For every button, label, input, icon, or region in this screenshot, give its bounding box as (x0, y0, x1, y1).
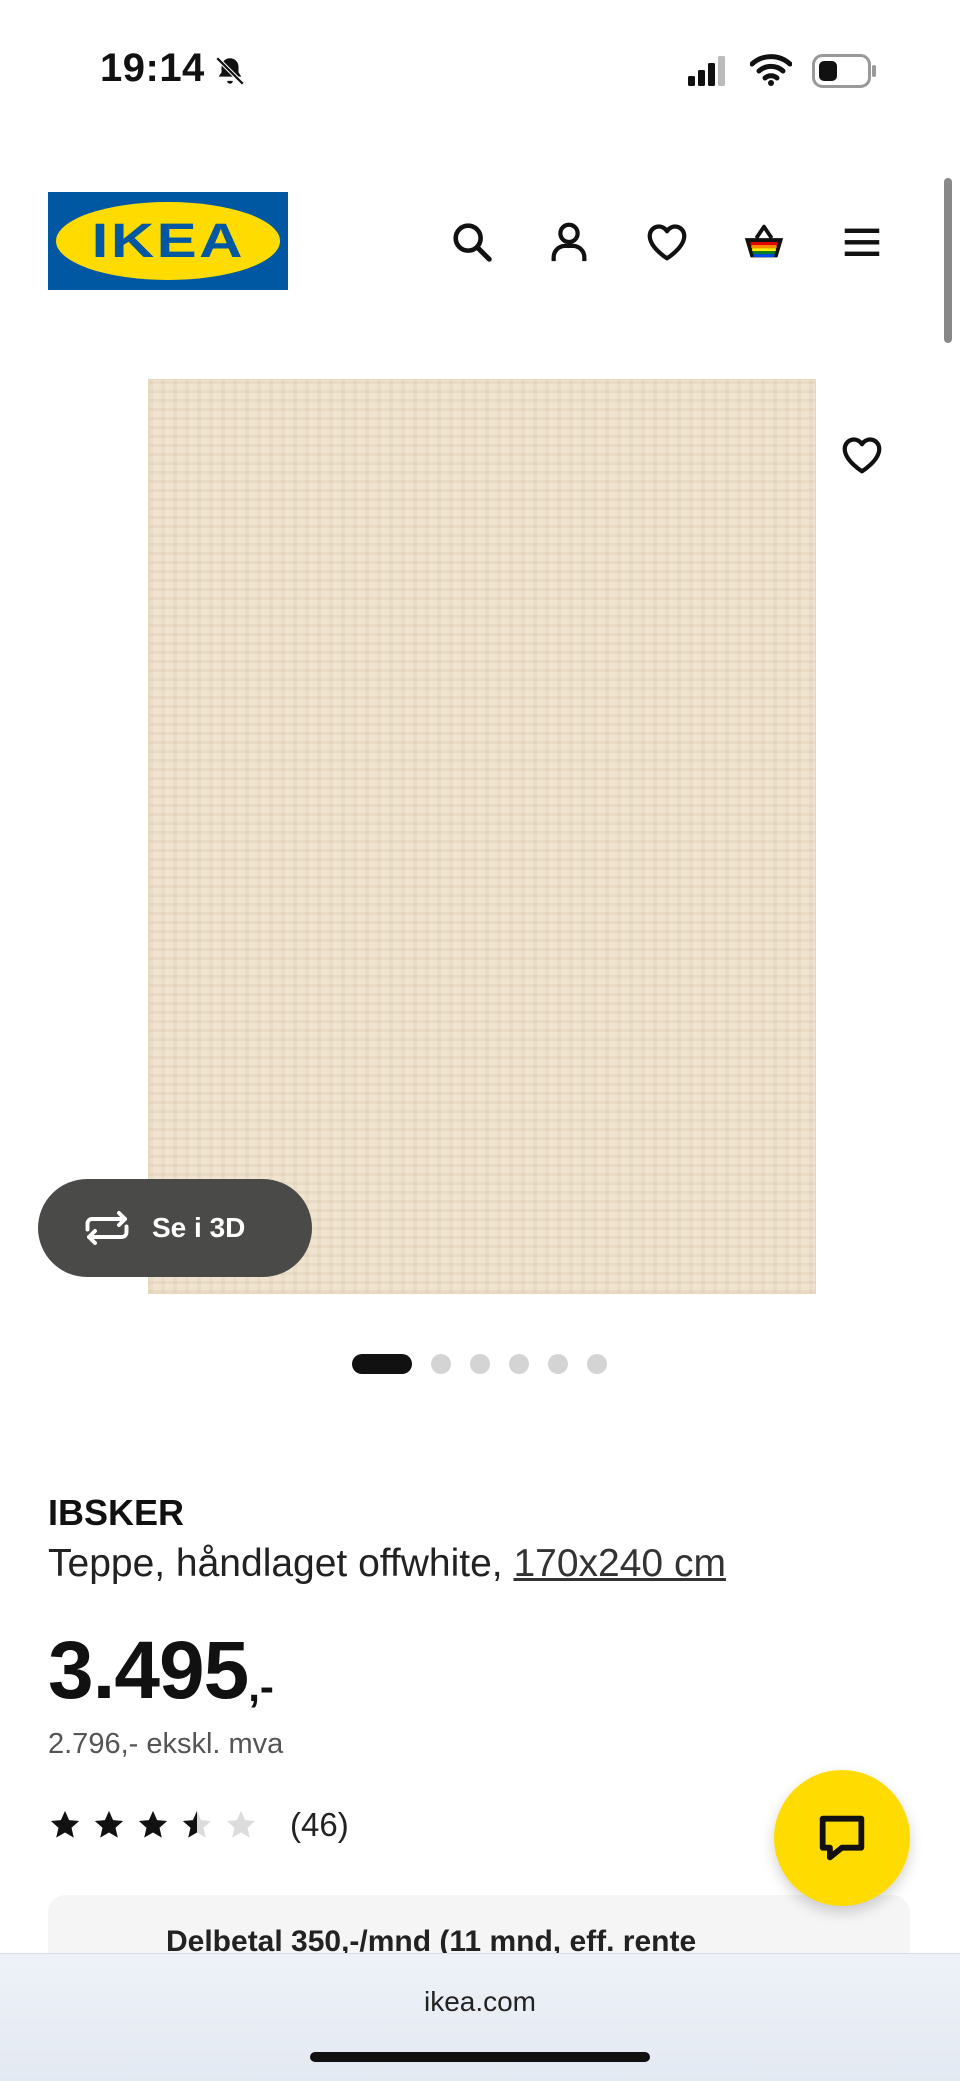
rug-product-image (148, 379, 816, 1294)
browser-address-bar[interactable]: ikea.com (0, 1953, 960, 2081)
carousel-indicator[interactable] (352, 1354, 607, 1374)
chat-bubble-icon (819, 1815, 865, 1861)
rotate-3d-icon (85, 1211, 129, 1245)
star-icon (138, 1810, 168, 1838)
bell-muted-icon (215, 56, 245, 86)
carousel-dot[interactable] (470, 1354, 490, 1374)
logo-oval: IKEA (56, 202, 280, 280)
cart-button[interactable] (738, 216, 790, 268)
battery-icon (812, 54, 876, 88)
star-icon (94, 1810, 124, 1838)
site-header: IKEA (0, 190, 960, 290)
scrollbar[interactable] (944, 178, 952, 343)
add-to-favorites-button[interactable] (836, 429, 888, 481)
star-icon (226, 1810, 256, 1838)
search-icon (453, 223, 492, 262)
ikea-logo[interactable]: IKEA (48, 192, 288, 290)
price-excl-vat: 2.796,- ekskl. mva (48, 1728, 284, 1760)
rating-stars (48, 1808, 268, 1842)
carousel-dot[interactable] (509, 1354, 529, 1374)
shopping-bag-icon (744, 224, 784, 258)
price-suffix: ,- (248, 1663, 274, 1710)
clock: 19:14 (100, 46, 205, 90)
logo-text: IKEA (91, 214, 245, 268)
carousel-dot[interactable] (548, 1354, 568, 1374)
chat-button[interactable] (774, 1770, 910, 1906)
url-text: ikea.com (423, 1986, 537, 2017)
see-in-3d-label: Se i 3D (152, 1212, 246, 1243)
product-image-carousel[interactable]: Se i 3D (0, 363, 960, 1323)
menu-button[interactable] (836, 216, 888, 268)
star-icon (182, 1810, 212, 1838)
favorites-button[interactable] (641, 216, 693, 268)
status-bar: 19:14 (0, 0, 960, 140)
size-link[interactable]: 170x240 cm (513, 1542, 725, 1585)
star-icon (50, 1810, 80, 1838)
heart-icon (842, 437, 882, 474)
carousel-dot[interactable] (352, 1354, 412, 1374)
home-indicator[interactable] (310, 2052, 650, 2062)
search-button[interactable] (446, 216, 498, 268)
profile-button[interactable] (543, 216, 595, 268)
carousel-dot[interactable] (587, 1354, 607, 1374)
signal-icon (688, 56, 725, 86)
heart-icon (647, 224, 687, 261)
price-main: 3.495 (48, 1625, 249, 1716)
product-rating[interactable]: (46) (48, 1806, 349, 1844)
description-text: Teppe, håndlaget offwhite, (48, 1542, 514, 1585)
see-in-3d-button[interactable]: Se i 3D (38, 1179, 312, 1277)
review-count: (46) (290, 1806, 349, 1843)
product-name: IBSKER (48, 1492, 185, 1533)
wifi-icon (750, 54, 792, 86)
carousel-dot[interactable] (431, 1354, 451, 1374)
product-price: 3.495 ,- (48, 1630, 274, 1712)
user-icon (551, 222, 587, 262)
product-description: Teppe, håndlaget offwhite, 170x240 cm (48, 1542, 726, 1586)
hamburger-menu-icon (844, 228, 880, 256)
